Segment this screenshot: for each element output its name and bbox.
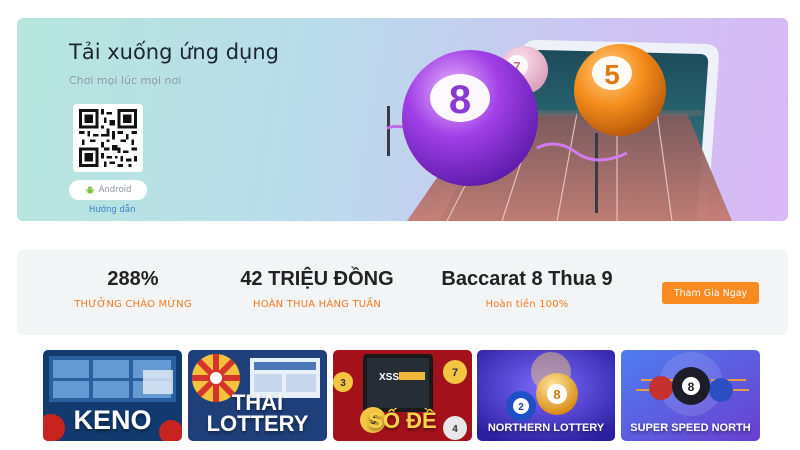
game-tile-so-de[interactable]: XSST 3 7 5 4 SỐ ĐỀ [333,350,472,441]
promo-value: 288% [107,268,159,290]
ball-number-8: 8 [449,78,471,122]
game-tile-northern-lottery[interactable]: 2 8 NORTHERN LOTTERY [477,350,615,441]
game-tile-label: SUPER SPEED NORTH [630,422,751,434]
banner-title: Tải xuống ứng dụng [69,40,280,64]
so-de-ball-number: 3 [340,378,346,389]
promo-label: THƯỞNG CHÀO MỪNG [74,299,192,310]
so-de-ball-number: 7 [452,367,458,379]
guide-link[interactable]: Hướng dẫn [89,205,135,215]
game-tile-label-line2: LOTTERY [206,411,309,436]
game-tile-label: THAI LOTTERY [188,390,327,436]
promo-label: Hoàn tiền 100% [485,299,569,310]
banner-subtitle: Chơi mọi lúc mọi nơi [69,74,182,87]
game-tile-label: KENO [73,405,152,435]
super-speed-ball-number: 8 [688,380,695,394]
promo-weekly-cashback: 42 TRIỆU ĐỒNG HOÀN THUA HÀNG TUẦN [232,268,402,310]
game-tile-thai-lottery[interactable]: THAI LOTTERY [188,350,327,441]
promo-baccarat: Baccarat 8 Thua 9 Hoàn tiền 100% [432,268,622,310]
game-tile-label: SỐ ĐỀ [368,408,437,433]
game-tiles: KENO THAI LOTTERY XSST 3 7 5 4 SỐ ĐỀ 2 8… [43,350,760,441]
ball-number-5: 5 [604,59,620,90]
game-tile-keno[interactable]: KENO [43,350,182,441]
download-app-banner: Tải xuống ứng dụng Chơi mọi lúc mọi nơi [17,18,788,221]
promo-welcome-bonus: 288% THƯỞNG CHÀO MỪNG [59,268,207,310]
android-label: Android [98,185,132,195]
game-tile-super-speed-north[interactable]: 8 SUPER SPEED NORTH [621,350,760,441]
lottery-phone-illustration: 7 8 5 [386,40,732,221]
android-icon [85,186,94,194]
qr-code-icon [79,109,137,167]
promo-value: Baccarat 8 Thua 9 [441,268,613,290]
promo-bar: 288% THƯỞNG CHÀO MỪNG 42 TRIỆU ĐỒNG HOÀN… [17,250,788,335]
promo-label: HOÀN THUA HÀNG TUẦN [253,299,381,310]
northern-ball-number: 2 [518,402,524,413]
join-now-button[interactable]: Tham Gia Ngay [662,282,759,304]
promo-value: 42 TRIỆU ĐỒNG [240,268,394,290]
game-tile-label: NORTHERN LOTTERY [487,422,605,434]
game-tile-label-line1: THAI [231,390,284,415]
northern-ball-number: 8 [553,387,560,402]
qr-code [73,104,143,172]
android-download-button[interactable]: Android [69,180,147,200]
